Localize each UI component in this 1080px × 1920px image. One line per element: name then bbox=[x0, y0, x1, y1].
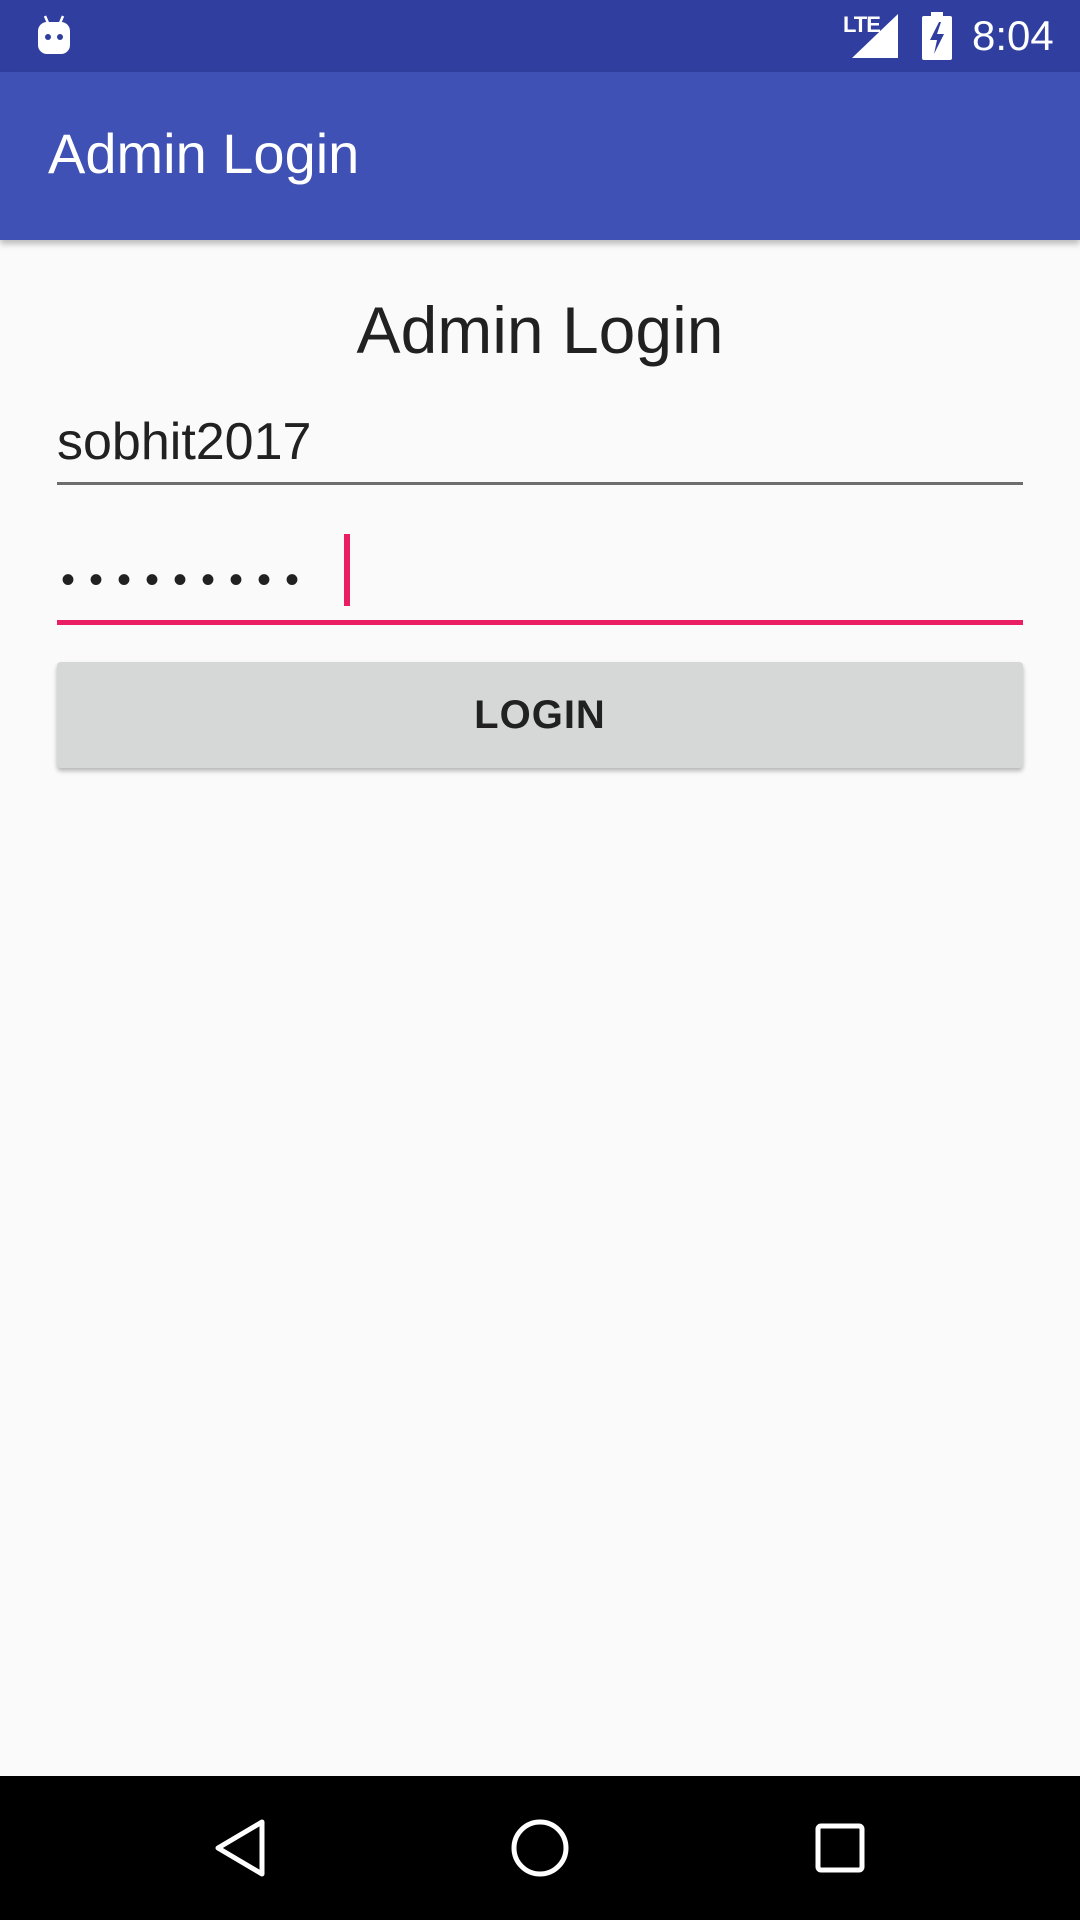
username-value: sobhit2017 bbox=[57, 413, 312, 471]
app-bar-title: Admin Login bbox=[48, 122, 360, 185]
page-title: Admin Login bbox=[356, 293, 724, 367]
status-clock: 8:04 bbox=[972, 12, 1054, 59]
navigation-bar bbox=[0, 1776, 1080, 1920]
lte-label: LTE bbox=[843, 12, 881, 37]
password-mask: ••••••••• bbox=[61, 558, 314, 602]
login-button-label: LOGIN bbox=[474, 693, 606, 737]
password-field[interactable]: ••••••••• bbox=[57, 534, 1023, 625]
username-field[interactable]: sobhit2017 bbox=[57, 398, 1023, 485]
home-icon[interactable] bbox=[504, 1812, 576, 1884]
android-notification-icon bbox=[38, 15, 70, 54]
text-cursor bbox=[344, 534, 350, 606]
back-icon[interactable] bbox=[204, 1812, 276, 1884]
login-button[interactable]: LOGIN bbox=[57, 662, 1023, 768]
battery-charging-icon bbox=[922, 12, 952, 60]
login-form: Admin Login sobhit2017 ••••••••• LOGIN bbox=[0, 240, 1080, 1776]
recents-icon[interactable] bbox=[804, 1812, 876, 1884]
status-bar: LTE 8:04 bbox=[0, 0, 1080, 72]
app-bar: Admin Login bbox=[0, 72, 1080, 240]
